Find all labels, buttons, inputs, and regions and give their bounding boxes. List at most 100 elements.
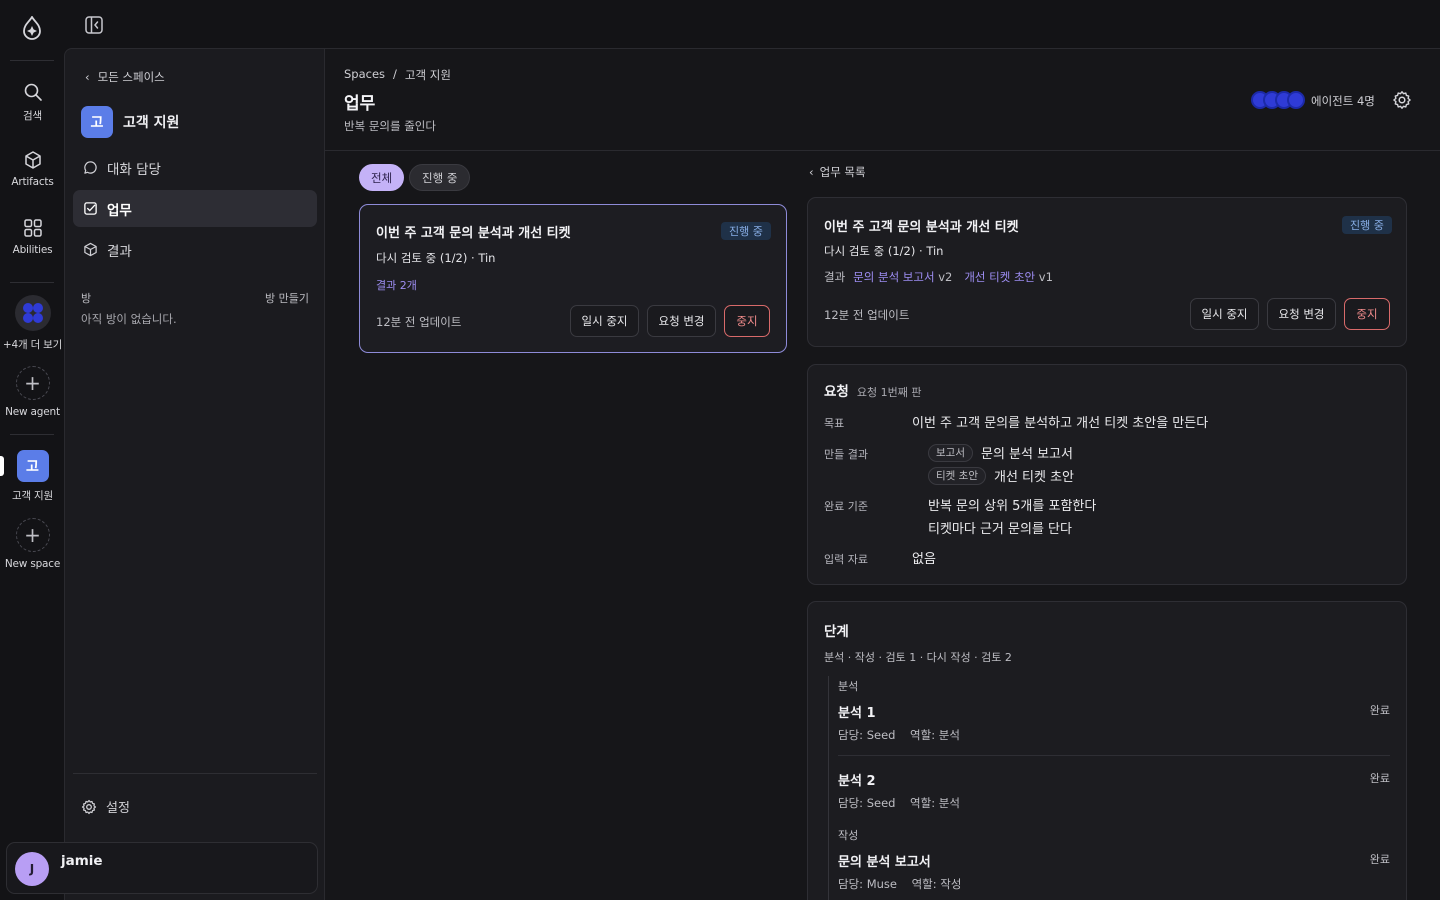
space-avatar: 고 xyxy=(81,106,113,138)
artifacts-label: 만들 결과 xyxy=(824,448,868,461)
rail-abilities[interactable]: Abilities xyxy=(0,218,65,256)
rail-abilities-label: Abilities xyxy=(12,244,53,256)
task-results-link[interactable]: 결과 2개 xyxy=(376,277,417,293)
sidebar-item-conversation[interactable]: 대화 담당 xyxy=(73,149,317,186)
breadcrumb-spaces[interactable]: Spaces xyxy=(344,67,385,83)
rail-divider xyxy=(10,60,54,61)
agents-count[interactable]: 에이전트 4명 xyxy=(1311,93,1375,109)
breadcrumb-separator: / xyxy=(393,67,397,81)
steps-summary: 분석 · 작성 · 검토 1 · 다시 작성 · 검토 2 xyxy=(824,651,1012,664)
sidebar-settings[interactable]: 설정 xyxy=(81,797,130,816)
criteria-item: 반복 문의 상위 5개를 포함한다 xyxy=(928,499,1097,514)
breadcrumb-current[interactable]: 고객 지원 xyxy=(405,67,451,83)
user-profile-card[interactable]: J jamie xyxy=(6,842,318,894)
artifact-name: 개선 티켓 초안 xyxy=(993,470,1075,485)
step-status: 완료 xyxy=(1369,704,1390,717)
criteria-label: 완료 기준 xyxy=(824,500,868,513)
results-label: 결과 xyxy=(824,270,846,284)
stop-button[interactable]: 중지 xyxy=(724,305,770,337)
cube-icon xyxy=(24,151,41,169)
task-detail-summary: 이번 주 고객 문의 분석과 개선 티켓 진행 중 다시 검토 중 (1/2) … xyxy=(807,197,1407,347)
rooms-header: 방 방 만들기 xyxy=(81,290,309,306)
rail-divider xyxy=(10,282,54,283)
page-subtitle: 반복 문의를 줄인다 xyxy=(344,119,436,133)
rail-space-customer-support[interactable]: 고 고객 지원 xyxy=(0,450,65,503)
back-to-spaces-link[interactable]: ‹ 모든 스페이스 xyxy=(85,69,165,85)
input-value: 없음 xyxy=(912,552,936,567)
back-to-task-list-label: 업무 목록 xyxy=(819,165,866,179)
grid-icon xyxy=(23,219,42,237)
breadcrumb: Spaces / 고객 지원 xyxy=(344,67,451,83)
step-group-label: 작성 xyxy=(838,829,859,842)
request-title: 요청 xyxy=(824,384,849,400)
stop-button[interactable]: 중지 xyxy=(1344,298,1390,330)
step-meta: 담당: Muse 역할: 작성 xyxy=(838,877,962,891)
step-name: 분석 2 xyxy=(838,774,876,789)
chevron-left-icon: ‹ xyxy=(85,70,90,84)
artifact-item: 보고서 문의 분석 보고서 xyxy=(928,443,1073,462)
step-name: 문의 분석 보고서 xyxy=(838,855,931,870)
result-name: 개선 티켓 초안 xyxy=(964,270,1036,284)
rail-new-space[interactable]: + New space xyxy=(0,518,65,570)
create-room-button[interactable]: 방 만들기 xyxy=(265,290,309,306)
search-icon xyxy=(24,83,42,101)
goal-value: 이번 주 고객 문의를 분석하고 개선 티켓 초안을 만든다 xyxy=(912,416,1209,431)
sidebar-item-label: 결과 xyxy=(107,243,132,260)
rail-new-space-label: New space xyxy=(4,558,61,570)
result-name: 문의 분석 보고서 xyxy=(853,270,935,284)
sidebar-toggle-icon[interactable] xyxy=(84,15,104,35)
task-title: 이번 주 고객 문의 분석과 개선 티켓 xyxy=(376,226,571,241)
step-meta: 담당: Seed 역할: 분석 xyxy=(838,728,960,742)
artifact-tag: 보고서 xyxy=(928,443,973,462)
rail-new-agent-label: New agent xyxy=(5,406,60,418)
page-title: 업무 xyxy=(344,94,376,114)
goal-label: 목표 xyxy=(824,417,845,430)
plus-icon: + xyxy=(15,366,50,400)
detail-meta: 다시 검토 중 (1/2) · Tin xyxy=(824,244,944,258)
rail-search-label: 검색 xyxy=(23,110,42,122)
rail-search[interactable]: 검색 xyxy=(0,82,65,123)
status-badge: 진행 중 xyxy=(721,222,771,240)
app-logo-icon[interactable] xyxy=(20,16,44,42)
sidebar-item-label: 업무 xyxy=(107,202,132,219)
gear-icon[interactable] xyxy=(1392,90,1412,110)
app-rail: 검색 Artifacts Abilities +4개 더 보기 + New ag… xyxy=(0,0,65,900)
rail-new-agent[interactable]: + New agent xyxy=(0,366,65,418)
filter-active-chip[interactable]: 진행 중 xyxy=(409,164,471,191)
task-updated-time: 12분 전 업데이트 xyxy=(376,315,462,329)
agents-avatar-stack[interactable] xyxy=(1251,91,1305,109)
space-name: 고객 지원 xyxy=(123,115,180,131)
space-badge: 고 xyxy=(16,450,49,482)
detail-results: 결과 문의 분석 보고서 v2 개선 티켓 초안 v1 xyxy=(824,269,1053,285)
space-sidebar: ‹ 모든 스페이스 고 고객 지원 대화 담당 업무 결과 방 방 만들기 아직… xyxy=(64,48,324,900)
page-header: Spaces / 고객 지원 업무 반복 문의를 줄인다 에이전트 4명 xyxy=(325,49,1440,151)
sidebar-item-results[interactable]: 결과 xyxy=(73,231,317,268)
agents-cluster-icon xyxy=(22,303,43,323)
result-link-ticket[interactable]: 개선 티켓 초안 v1 xyxy=(964,269,1053,285)
agent-avatar xyxy=(1287,91,1305,109)
result-link-report[interactable]: 문의 분석 보고서 v2 xyxy=(853,269,952,285)
task-card[interactable]: 이번 주 고객 문의 분석과 개선 티켓 진행 중 다시 검토 중 (1/2) … xyxy=(359,204,787,353)
change-request-button[interactable]: 요청 변경 xyxy=(1267,298,1336,330)
pause-button[interactable]: 일시 중지 xyxy=(1190,298,1259,330)
sidebar-item-tasks[interactable]: 업무 xyxy=(73,190,317,227)
result-version: v2 xyxy=(938,270,953,284)
sidebar-item-label: 대화 담당 xyxy=(107,161,161,178)
step-meta: 담당: Seed 역할: 분석 xyxy=(838,796,960,810)
change-request-button[interactable]: 요청 변경 xyxy=(647,305,716,337)
filter-all-chip[interactable]: 전체 xyxy=(359,164,405,191)
rail-more-agents[interactable]: +4개 더 보기 xyxy=(0,295,65,352)
task-check-icon xyxy=(84,202,97,215)
detail-title: 이번 주 고객 문의 분석과 개선 티켓 xyxy=(824,220,1019,235)
sidebar-divider xyxy=(73,773,317,774)
back-to-task-list[interactable]: ‹ 업무 목록 xyxy=(809,164,866,180)
task-meta: 다시 검토 중 (1/2) · Tin xyxy=(376,251,496,265)
rail-artifacts[interactable]: Artifacts xyxy=(0,150,65,188)
step-group-label: 분석 xyxy=(838,680,859,693)
app-window: 검색 Artifacts Abilities +4개 더 보기 + New ag… xyxy=(0,0,1440,900)
step-status: 완료 xyxy=(1369,853,1390,866)
request-header: 요청 요청 1번째 판 xyxy=(824,380,921,400)
user-name: jamie xyxy=(61,853,103,869)
pause-button[interactable]: 일시 중지 xyxy=(570,305,639,337)
agents-group-avatar xyxy=(14,295,51,331)
